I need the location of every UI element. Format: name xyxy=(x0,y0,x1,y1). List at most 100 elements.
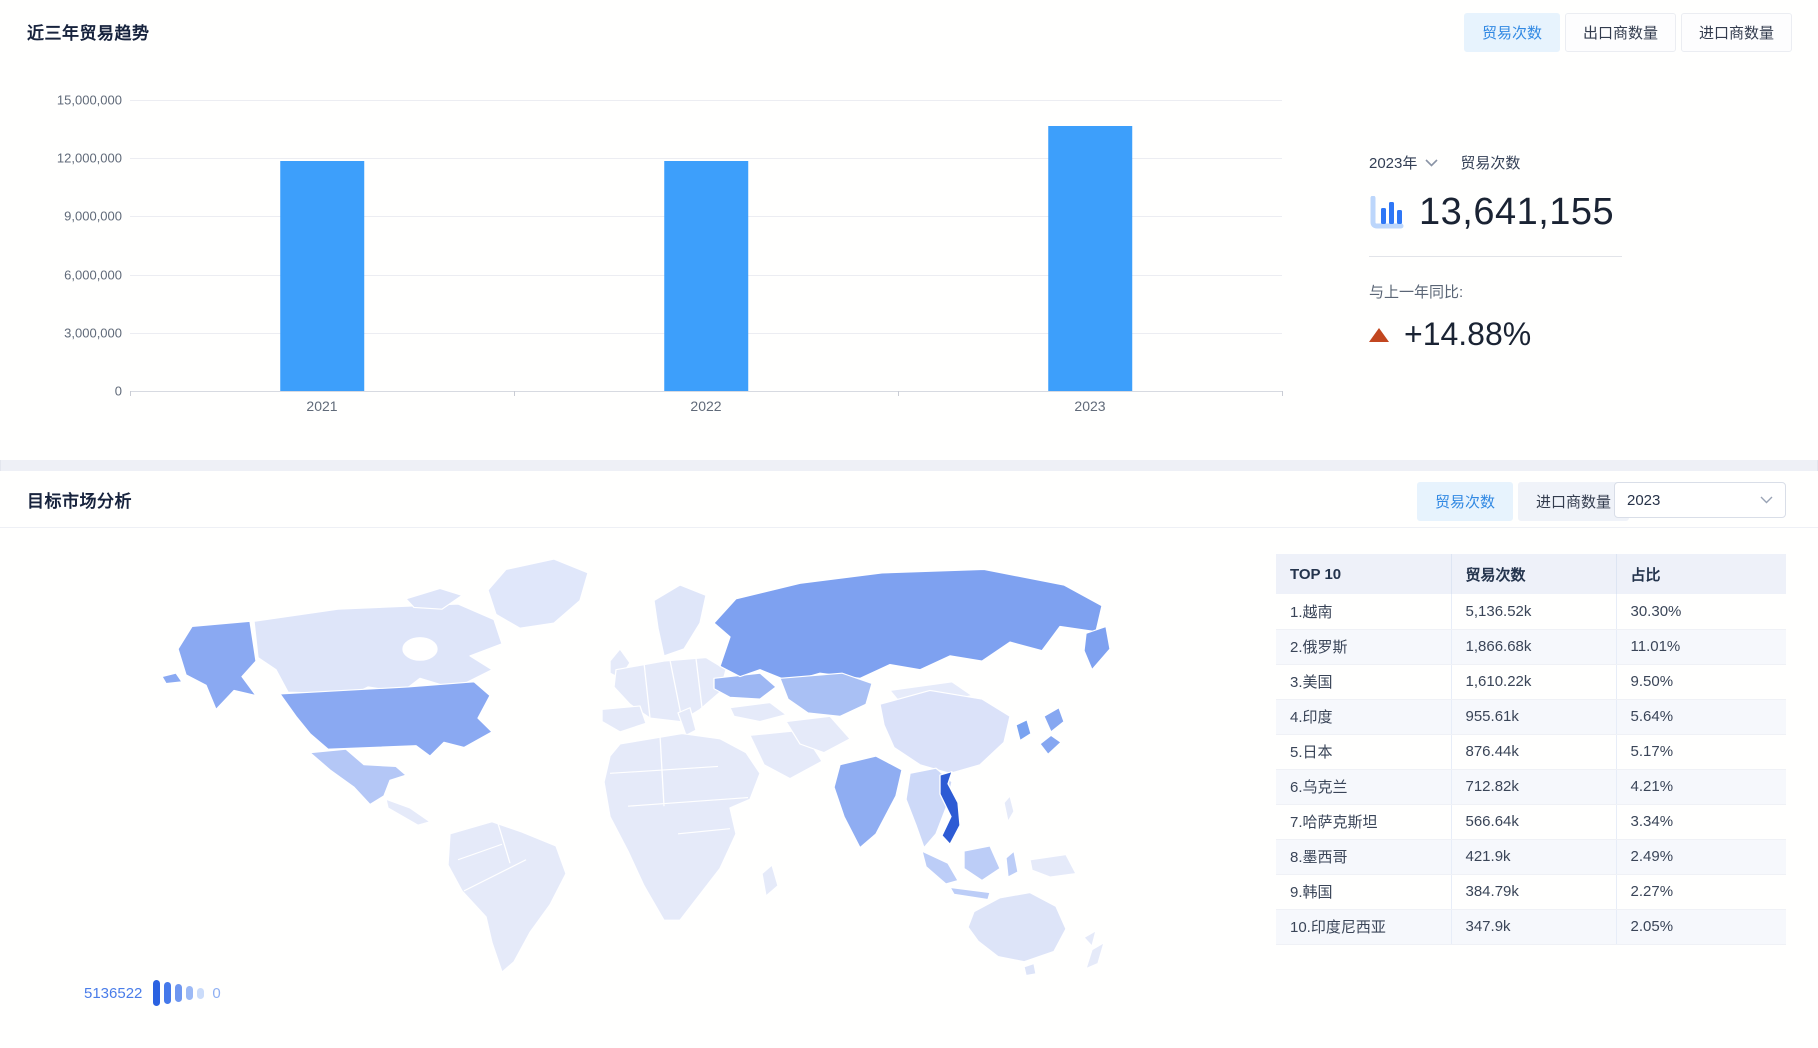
map-country-korea[interactable] xyxy=(1016,720,1031,741)
y-axis-tick-label: 12,000,000 xyxy=(30,151,122,166)
table-cell: 9.50% xyxy=(1616,664,1786,699)
bar-2022[interactable] xyxy=(664,161,748,391)
gridline xyxy=(130,391,1282,392)
table-cell: 5.日本 xyxy=(1276,734,1451,769)
arrow-up-icon xyxy=(1369,328,1389,342)
map-new-zealand[interactable] xyxy=(1084,931,1104,969)
bar-2023[interactable] xyxy=(1048,126,1132,391)
y-axis-tick-label: 3,000,000 xyxy=(30,325,122,340)
map-country-japan-south[interactable] xyxy=(1040,735,1061,754)
map-new-guinea[interactable] xyxy=(1030,855,1076,877)
hudson-bay xyxy=(403,638,437,660)
table-row: 5.日本876.44k5.17% xyxy=(1276,734,1786,769)
table-cell: 347.9k xyxy=(1451,909,1616,944)
map-borneo[interactable] xyxy=(964,846,1000,881)
table-cell: 4.21% xyxy=(1616,769,1786,804)
map-aleutians[interactable] xyxy=(162,673,182,683)
map-country-ukraine[interactable] xyxy=(714,673,776,699)
map-scandinavia[interactable] xyxy=(654,585,706,656)
table-row: 7.哈萨克斯坦566.64k3.34% xyxy=(1276,804,1786,839)
map-country-canada[interactable] xyxy=(254,604,502,694)
table-cell: 566.64k xyxy=(1451,804,1616,839)
trend-section: 近三年贸易趋势 贸易次数出口商数量进口商数量 15,000,00012,000,… xyxy=(0,0,1818,460)
map-africa[interactable] xyxy=(604,734,760,921)
table-cell: 421.9k xyxy=(1451,839,1616,874)
map-madagascar[interactable] xyxy=(762,865,778,896)
map-sumatra[interactable] xyxy=(922,851,958,884)
table-cell: 955.61k xyxy=(1451,699,1616,734)
year-select[interactable]: 2023 xyxy=(1614,482,1786,518)
map-south-america[interactable] xyxy=(448,822,566,972)
trend-tab-1[interactable]: 出口商数量 xyxy=(1565,13,1676,52)
x-axis-label-2022: 2022 xyxy=(690,398,721,414)
legend-bar xyxy=(186,986,193,1000)
map-country-usa-alaska[interactable] xyxy=(178,621,256,709)
table-row: 8.墨西哥421.9k2.49% xyxy=(1276,839,1786,874)
map-country-spain[interactable] xyxy=(602,706,646,732)
map-country-china[interactable] xyxy=(880,690,1010,773)
market-section: 目标市场分析 贸易次数进口商数量 2023 xyxy=(0,471,1818,1048)
table-row: 4.印度955.61k5.64% xyxy=(1276,699,1786,734)
table-row: 10.印度尼西亚347.9k2.05% xyxy=(1276,909,1786,944)
trend-metric-tabs: 贸易次数出口商数量进口商数量 xyxy=(1464,13,1792,52)
market-tab-1[interactable]: 进口商数量 xyxy=(1518,482,1629,521)
y-axis-tick-label: 6,000,000 xyxy=(30,267,122,282)
map-philippines[interactable] xyxy=(1004,796,1014,822)
map-kamchatka[interactable] xyxy=(1084,626,1110,669)
table-cell: 5,136.52k xyxy=(1451,594,1616,629)
x-axis-tick xyxy=(130,391,131,396)
legend-max-value: 5136522 xyxy=(84,985,142,1002)
trend-bar-chart: 15,000,00012,000,0009,000,0006,000,0003,… xyxy=(30,100,1282,391)
stats-year-value: 2023年 xyxy=(1369,152,1417,173)
market-tab-0[interactable]: 贸易次数 xyxy=(1417,482,1513,521)
yoy-value: +14.88% xyxy=(1404,316,1531,353)
legend-bar xyxy=(175,984,182,1002)
year-select-value: 2023 xyxy=(1627,492,1660,509)
table-row: 1.越南5,136.52k30.30% xyxy=(1276,594,1786,629)
table-cell: 2.05% xyxy=(1616,909,1786,944)
map-legend: 5136522 0 xyxy=(84,980,221,1006)
table-cell: 10.印度尼西亚 xyxy=(1276,909,1451,944)
market-metric-tabs: 贸易次数进口商数量 xyxy=(1417,482,1629,521)
trend-tab-0[interactable]: 贸易次数 xyxy=(1464,13,1560,52)
table-header-row: TOP 10贸易次数占比 xyxy=(1276,554,1786,594)
map-country-australia[interactable] xyxy=(968,893,1066,962)
stats-divider xyxy=(1369,256,1622,257)
table-cell: 712.82k xyxy=(1451,769,1616,804)
table-cell: 1,610.22k xyxy=(1451,664,1616,699)
table-cell: 876.44k xyxy=(1451,734,1616,769)
bar-2021[interactable] xyxy=(280,161,364,391)
map-country-india[interactable] xyxy=(834,756,902,848)
map-country-kazakhstan[interactable] xyxy=(780,673,872,716)
map-central-america[interactable] xyxy=(386,799,430,825)
legend-bar xyxy=(164,982,171,1004)
table-header-0: TOP 10 xyxy=(1276,554,1451,594)
map-country-turkey[interactable] xyxy=(730,703,786,722)
map-country-greenland[interactable] xyxy=(488,559,588,628)
stats-metric-label: 贸易次数 xyxy=(1460,152,1520,173)
table-header-1: 贸易次数 xyxy=(1451,554,1616,594)
map-country-russia[interactable] xyxy=(714,569,1102,681)
table-row: 3.美国1,610.22k9.50% xyxy=(1276,664,1786,699)
stats-year-dropdown[interactable]: 2023年 xyxy=(1369,152,1438,173)
world-choropleth-map xyxy=(158,547,1158,979)
map-country-usa[interactable] xyxy=(280,682,492,756)
trend-stats-panel: 2023年 贸易次数 13,641,155 与上一年同比: +14.88% xyxy=(1369,152,1625,353)
map-tasmania[interactable] xyxy=(1024,963,1036,975)
map-country-japan[interactable] xyxy=(1044,708,1064,732)
bar-chart-icon xyxy=(1369,196,1405,230)
x-axis-tick xyxy=(1282,391,1283,396)
table-cell: 4.印度 xyxy=(1276,699,1451,734)
table-row: 9.韩国384.79k2.27% xyxy=(1276,874,1786,909)
table-cell: 384.79k xyxy=(1451,874,1616,909)
legend-bar xyxy=(153,980,160,1006)
map-sulawesi[interactable] xyxy=(1006,851,1018,877)
table-header-2: 占比 xyxy=(1616,554,1786,594)
map-java[interactable] xyxy=(950,887,990,899)
table-cell: 8.墨西哥 xyxy=(1276,839,1451,874)
top10-table: TOP 10贸易次数占比 1.越南5,136.52k30.30%2.俄罗斯1,8… xyxy=(1276,554,1786,945)
table-cell: 30.30% xyxy=(1616,594,1786,629)
map-country-mexico[interactable] xyxy=(310,749,406,804)
x-axis-tick xyxy=(898,391,899,396)
trend-tab-2[interactable]: 进口商数量 xyxy=(1681,13,1792,52)
